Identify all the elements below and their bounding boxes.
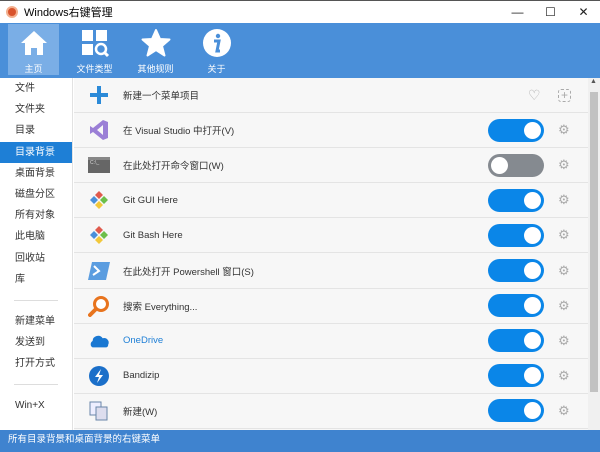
item-label: OneDrive	[123, 335, 164, 347]
item-label: 在此处打开 Powershell 窗口(S)	[123, 266, 254, 278]
list-item: C:\_ 在此处打开命令窗口(W) ⚙	[74, 148, 588, 184]
item-label: 在 Visual Studio 中打开(V)	[123, 126, 235, 138]
onedrive-icon	[88, 330, 110, 352]
everything-search-icon	[88, 295, 110, 317]
gear-icon[interactable]: ⚙	[558, 298, 570, 314]
enable-toggle[interactable]	[488, 188, 544, 212]
sidebar-item-win-x[interactable]: Win+X	[0, 395, 72, 416]
sidebar-item-this-pc[interactable]: 此电脑	[0, 226, 72, 247]
toolbar: 主页 文件类型 其他规则 关于	[0, 23, 600, 78]
star-icon	[141, 29, 170, 57]
info-icon	[202, 29, 231, 57]
tab-about[interactable]: 关于	[191, 24, 242, 75]
new-item-label: 新建一个菜单项目	[123, 91, 200, 103]
git-bash-icon	[88, 224, 110, 246]
list-item: 新建(W) ⚙	[74, 394, 588, 429]
plus-icon	[88, 84, 110, 106]
scroll-up-icon[interactable]: ▲	[590, 78, 597, 85]
command-prompt-icon: C:\_	[88, 154, 110, 176]
sidebar-item-folder[interactable]: 文件夹	[0, 99, 72, 120]
close-button[interactable]: ✕	[567, 1, 600, 23]
tab-label: 文件类型	[76, 64, 113, 74]
gear-icon[interactable]: ⚙	[558, 333, 570, 349]
sidebar-item-directory-background[interactable]: 目录背景	[0, 141, 72, 163]
maximize-button[interactable]: ☐	[534, 1, 567, 23]
item-label: Bandizip	[123, 370, 160, 382]
status-bar: 所有目录背景和桌面背景的右键菜单	[0, 430, 600, 452]
item-label: 新建(W)	[123, 406, 158, 418]
gear-icon[interactable]: ⚙	[558, 157, 570, 173]
sidebar-item-open-with[interactable]: 打开方式	[0, 353, 72, 374]
list-item: 在 Visual Studio 中打开(V) ⚙	[74, 113, 588, 149]
tab-label: 其他规则	[137, 64, 174, 74]
new-item-row[interactable]: 新建一个菜单项目 ♡ +	[74, 78, 588, 114]
bandizip-icon	[88, 365, 110, 387]
app-icon	[6, 6, 18, 18]
minimize-button[interactable]: —	[501, 1, 534, 23]
enable-toggle[interactable]	[488, 329, 544, 353]
enable-toggle[interactable]	[488, 223, 544, 247]
add-from-icon[interactable]: +	[558, 88, 571, 102]
scrollbar-thumb[interactable]	[590, 92, 598, 392]
sidebar-item-new-menu[interactable]: 新建菜单	[0, 311, 72, 332]
title-bar: Windows右键管理 — ☐ ✕	[0, 0, 600, 23]
sidebar-item-send-to[interactable]: 发送到	[0, 332, 72, 353]
tab-other-rules[interactable]: 其他规则	[130, 24, 181, 75]
window-title: Windows右键管理	[24, 7, 113, 19]
file-types-icon	[81, 30, 109, 58]
enable-toggle[interactable]	[488, 153, 544, 177]
item-label: 搜索 Everything...	[123, 301, 198, 313]
gear-icon[interactable]: ⚙	[558, 403, 570, 419]
tab-file-types[interactable]: 文件类型	[69, 24, 120, 75]
heart-plus-icon[interactable]: ♡	[528, 87, 541, 104]
item-label: Git GUI Here	[123, 194, 178, 206]
enable-toggle[interactable]	[488, 294, 544, 318]
gear-icon[interactable]: ⚙	[558, 122, 570, 138]
gear-icon[interactable]: ⚙	[558, 192, 570, 208]
home-icon	[20, 31, 47, 55]
tab-home[interactable]: 主页	[8, 24, 59, 75]
sidebar-item-directory[interactable]: 目录	[0, 120, 72, 141]
git-gui-icon	[88, 189, 110, 211]
gear-icon[interactable]: ⚙	[558, 263, 570, 279]
gear-icon[interactable]: ⚙	[558, 368, 570, 384]
sidebar-item-recycle-bin[interactable]: 回收站	[0, 248, 72, 269]
enable-toggle[interactable]	[488, 364, 544, 388]
enable-toggle[interactable]	[488, 399, 544, 423]
divider	[14, 299, 58, 301]
sidebar-item-library[interactable]: 库	[0, 269, 72, 290]
enable-toggle[interactable]	[488, 118, 544, 142]
list-item: OneDrive ⚙	[74, 324, 588, 359]
item-label: 在此处打开命令窗口(W)	[123, 161, 224, 173]
item-label: Git Bash Here	[123, 229, 183, 241]
scrollbar[interactable]: ▲	[588, 78, 600, 430]
tab-label: 关于	[207, 64, 226, 74]
list-item: Git GUI Here ⚙	[74, 183, 588, 219]
menu-item-list: 新建一个菜单项目 ♡ + 在 Visual Studio 中打开(V) ⚙ C:…	[74, 78, 588, 430]
sidebar-item-desktop-background[interactable]: 桌面背景	[0, 163, 72, 184]
sidebar: 文件 文件夹 目录 目录背景 桌面背景 磁盘分区 所有对象 此电脑 回收站 库 …	[0, 78, 73, 430]
list-item: 在此处打开 Powershell 窗口(S) ⚙	[74, 253, 588, 289]
list-item: Git Bash Here ⚙	[74, 218, 588, 254]
tab-label: 主页	[24, 64, 43, 74]
gear-icon[interactable]: ⚙	[558, 227, 570, 243]
new-document-icon	[88, 400, 110, 422]
divider	[14, 384, 58, 386]
list-item: 搜索 Everything... ⚙	[74, 289, 588, 324]
sidebar-item-all-objects[interactable]: 所有对象	[0, 205, 72, 226]
list-item: Bandizip ⚙	[74, 359, 588, 394]
sidebar-item-file[interactable]: 文件	[0, 78, 72, 99]
visual-studio-icon	[88, 119, 110, 141]
powershell-icon	[88, 260, 110, 282]
sidebar-item-drive[interactable]: 磁盘分区	[0, 184, 72, 205]
enable-toggle[interactable]	[488, 259, 544, 283]
